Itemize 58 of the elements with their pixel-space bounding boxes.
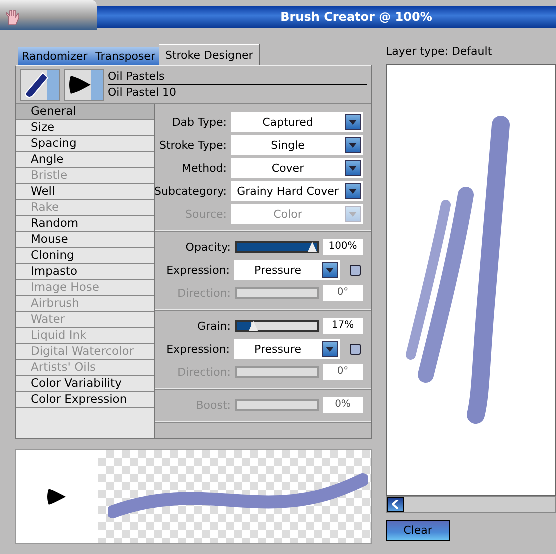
- field-label: Dab Type:: [172, 116, 227, 128]
- caret-icon: [349, 120, 357, 124]
- field-label: Grain:: [197, 320, 231, 332]
- brush-category-button[interactable]: [20, 68, 60, 100]
- brush-category: Oil Pastels: [108, 68, 367, 84]
- caret-icon: [326, 268, 334, 272]
- category-item[interactable]: General: [16, 104, 154, 120]
- scroll-left-button[interactable]: [387, 497, 404, 512]
- checkbox[interactable]: [350, 264, 361, 276]
- dropdown-caret-icon[interactable]: [322, 341, 338, 357]
- caret-icon: [349, 166, 357, 170]
- dropdown-field[interactable]: Pressure: [234, 260, 340, 280]
- category-item[interactable]: Color Expression: [16, 392, 154, 408]
- dropdown-field[interactable]: Cover: [231, 158, 363, 178]
- category-item[interactable]: Spacing: [16, 136, 154, 152]
- field-label: Expression:: [166, 264, 230, 276]
- dropdown-caret-icon[interactable]: [345, 160, 361, 176]
- category-item[interactable]: Size: [16, 120, 154, 136]
- dropdown-caret-icon[interactable]: [345, 137, 361, 153]
- dropdown-field[interactable]: Single: [231, 135, 363, 155]
- category-item[interactable]: Cloning: [16, 248, 154, 264]
- window-title: Brush Creator @ 100%: [280, 10, 432, 24]
- dropdown-field[interactable]: Pressure: [234, 339, 340, 359]
- dropdown-caret-icon[interactable]: [322, 262, 338, 278]
- field-label: Opacity:: [186, 240, 231, 254]
- caret-icon: [349, 188, 357, 194]
- slider-track[interactable]: [235, 320, 319, 332]
- field-label: Stroke Type:: [159, 138, 227, 152]
- title-grip[interactable]: [0, 0, 97, 30]
- category-item[interactable]: Color Variability: [16, 376, 154, 392]
- brush-tip-icon: [47, 488, 67, 506]
- category-item[interactable]: Mouse: [16, 232, 154, 248]
- layer-type-label: Layer type: Default: [386, 45, 494, 58]
- category-item[interactable]: Angle: [16, 152, 154, 168]
- horizontal-scrollbar[interactable]: [386, 496, 556, 513]
- caret-icon: [326, 346, 334, 352]
- dropdown-caret-icon[interactable]: [345, 114, 361, 130]
- field-label: Method:: [182, 162, 227, 174]
- checkbox[interactable]: [350, 344, 361, 354]
- caret-icon: [349, 142, 357, 148]
- field-label: Subcategory:: [154, 184, 227, 198]
- brush-variant: Oil Pastel 10: [108, 84, 178, 100]
- value-field[interactable]: 17%: [323, 318, 363, 334]
- hand-icon: [6, 10, 20, 26]
- tab[interactable]: Transposer: [92, 47, 160, 65]
- clear-button[interactable]: Clear: [386, 520, 450, 541]
- dropdown-field[interactable]: Grainy Hard Cover: [231, 181, 363, 201]
- value-field[interactable]: 100%: [323, 239, 363, 255]
- tab[interactable]: Randomizer: [18, 47, 92, 65]
- category-item[interactable]: Well: [16, 184, 154, 200]
- dropdown-caret-icon[interactable]: [345, 183, 361, 199]
- field-label: Expression:: [166, 342, 230, 356]
- brush-variant-button[interactable]: [64, 68, 104, 100]
- category-item[interactable]: Impasto: [16, 264, 154, 280]
- category-item[interactable]: Random: [16, 216, 154, 232]
- tab[interactable]: Stroke Designer: [159, 44, 260, 65]
- caret-icon: [349, 212, 357, 216]
- dropdown-field[interactable]: Captured: [231, 112, 363, 132]
